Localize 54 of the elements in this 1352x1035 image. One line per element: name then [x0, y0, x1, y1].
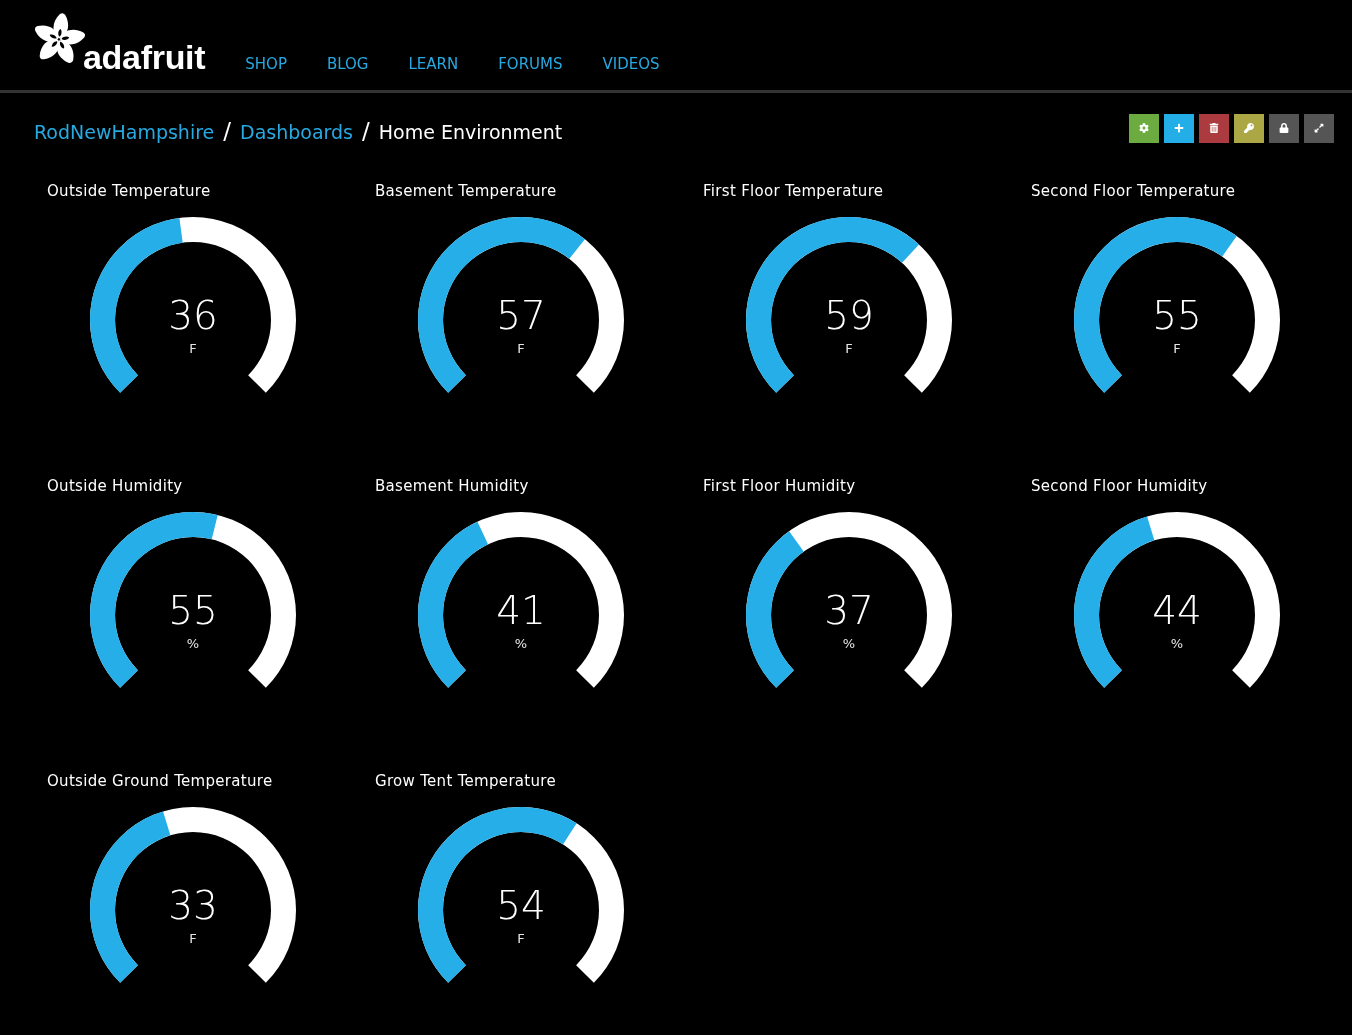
- trash-icon: [1209, 123, 1219, 133]
- gauge-unit: F: [189, 931, 197, 947]
- nav-link[interactable]: VIDEOS: [602, 55, 660, 73]
- gauge-value: 54: [496, 884, 546, 928]
- gauge-unit: F: [517, 931, 525, 947]
- gauge-value: 37: [824, 589, 874, 633]
- gauge-title: Grow Tent Temperature: [374, 771, 557, 791]
- gauge-title: Second Floor Humidity: [1030, 476, 1209, 496]
- key-icon: [1244, 123, 1254, 133]
- delete-button[interactable]: [1199, 113, 1229, 143]
- add-button[interactable]: [1164, 113, 1194, 143]
- gauge-title: Basement Temperature: [374, 181, 558, 201]
- gauge-unit: %: [186, 636, 200, 652]
- gauge-value: 59: [824, 294, 874, 338]
- nav-link[interactable]: LEARN: [408, 55, 459, 73]
- gauge-value: 44: [1152, 589, 1202, 633]
- breadcrumb-separator: /: [362, 118, 370, 144]
- lock-icon: [1279, 123, 1289, 133]
- nav-link[interactable]: FORUMS: [498, 55, 563, 73]
- settings-button[interactable]: [1129, 113, 1159, 143]
- lock-button[interactable]: [1269, 113, 1299, 143]
- gauge-title: Outside Ground Temperature: [46, 771, 274, 791]
- key-button[interactable]: [1234, 113, 1264, 143]
- fullscreen-button[interactable]: [1304, 113, 1334, 143]
- breadcrumb-current: Home Environment: [378, 121, 563, 143]
- logo-text[interactable]: adafruit: [83, 40, 206, 74]
- gauge-value: 55: [168, 589, 218, 633]
- gauge-title: First Floor Temperature: [702, 181, 885, 201]
- gauge-value: 55: [1152, 294, 1202, 338]
- breadcrumb-link[interactable]: RodNewHampshire: [34, 121, 215, 143]
- gauge-unit: F: [517, 341, 525, 357]
- gauge-value: 41: [496, 589, 546, 633]
- nav-link[interactable]: SHOP: [245, 55, 287, 73]
- gauge-title: First Floor Humidity: [702, 476, 857, 496]
- gauge-title: Second Floor Temperature: [1030, 181, 1237, 201]
- gauge-unit: F: [845, 341, 853, 357]
- gauge-unit: %: [514, 636, 528, 652]
- plus-icon: [1174, 123, 1184, 133]
- gauge-value: 36: [168, 294, 218, 338]
- gauge-title: Outside Humidity: [46, 476, 184, 496]
- gauge-unit: F: [1173, 341, 1181, 357]
- gauge-unit: %: [842, 636, 856, 652]
- gauge-unit: F: [189, 341, 197, 357]
- expand-icon: [1314, 123, 1324, 133]
- nav-link[interactable]: BLOG: [326, 55, 369, 73]
- gauge-unit: %: [1170, 636, 1184, 652]
- breadcrumb-separator: /: [223, 118, 232, 144]
- settings-icon: [1139, 123, 1149, 133]
- gauge-value: 33: [168, 884, 218, 928]
- gauge-value: 57: [496, 294, 546, 338]
- gauge-title: Outside Temperature: [46, 181, 212, 201]
- flower-logo-icon: [33, 13, 85, 64]
- breadcrumb-link[interactable]: Dashboards: [240, 121, 353, 143]
- gauge-title: Basement Humidity: [374, 476, 530, 496]
